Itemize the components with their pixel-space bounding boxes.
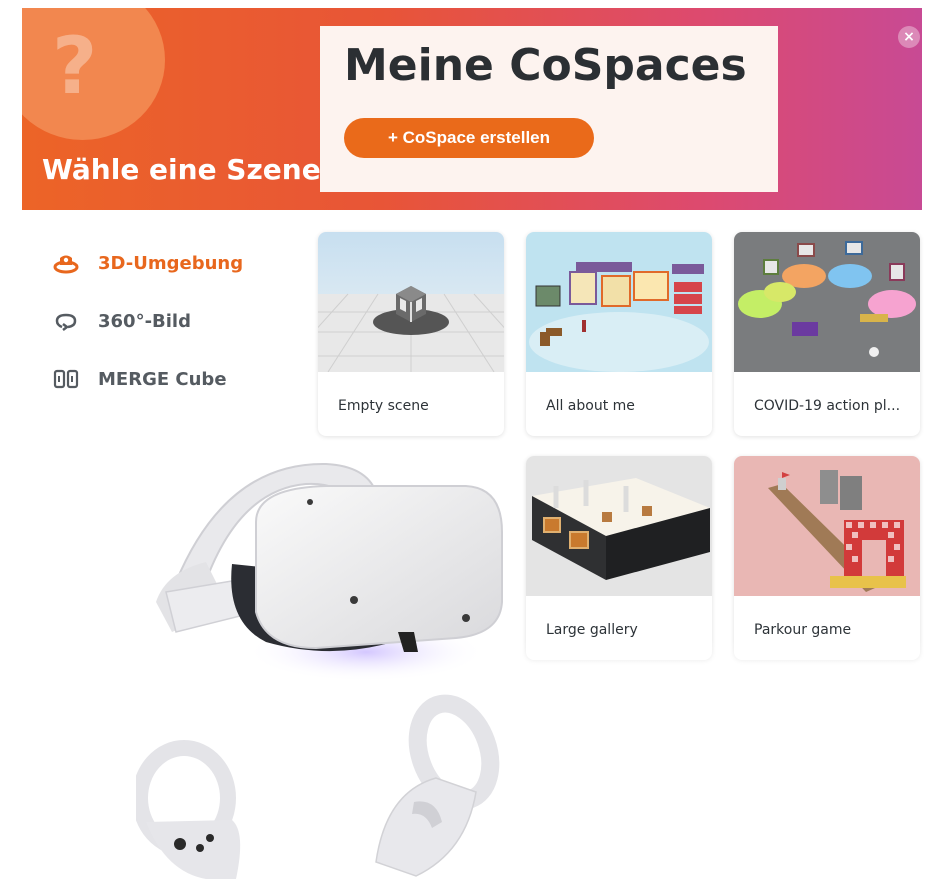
vr-headset-icon — [132, 462, 503, 879]
scene-card-large-gallery[interactable]: Large gallery — [526, 456, 712, 660]
scene-card-covid-action-plan[interactable]: COVID-19 action pl... — [734, 232, 920, 436]
3d-environment-icon — [52, 252, 80, 274]
scene-card-label: Parkour game — [754, 622, 852, 638]
sidebar-item-label: 360°-Bild — [98, 310, 191, 332]
my-cospaces-panel: Meine CoSpaces + CoSpace erstellen — [320, 26, 778, 192]
parkour-game-thumbnail — [734, 456, 920, 596]
choose-scene-heading: Wähle eine Szene — [42, 153, 321, 186]
covid-action-plan-thumbnail — [734, 232, 920, 372]
scene-card-label: Large gallery — [546, 622, 638, 638]
sidebar-item-360-image[interactable]: 360°-Bild — [52, 306, 292, 336]
scene-card-label: COVID-19 action pl... — [754, 398, 901, 414]
sidebar-item-label: 3D-Umgebung — [98, 252, 244, 274]
large-gallery-thumbnail — [526, 456, 712, 596]
scene-card-label: All about me — [546, 398, 635, 414]
sidebar-item-merge-cube[interactable]: MERGE Cube — [52, 364, 292, 394]
page-title: Meine CoSpaces — [344, 40, 747, 91]
sidebar-item-3d-environment[interactable]: 3D-Umgebung — [52, 248, 292, 278]
create-cospace-button[interactable]: + CoSpace erstellen — [344, 118, 594, 158]
scene-card-empty[interactable]: Empty scene — [318, 232, 504, 436]
close-button[interactable]: × — [898, 26, 920, 48]
scene-type-sidebar: 3D-Umgebung 360°-Bild MERGE Cube — [52, 248, 292, 422]
scene-card-label: Empty scene — [338, 398, 429, 414]
question-mark-icon: ? — [52, 22, 98, 112]
vr-headset-product-image — [132, 452, 514, 879]
header-banner: ? Wähle eine Szene × Meine CoSpaces + Co… — [22, 8, 922, 210]
all-about-me-thumbnail — [526, 232, 712, 372]
scene-card-parkour-game[interactable]: Parkour game — [734, 456, 920, 660]
merge-cube-icon — [52, 368, 80, 390]
sidebar-item-label: MERGE Cube — [98, 368, 227, 390]
360-rotate-icon — [52, 310, 80, 332]
scene-card-all-about-me[interactable]: All about me — [526, 232, 712, 436]
empty-scene-thumbnail — [318, 232, 504, 372]
